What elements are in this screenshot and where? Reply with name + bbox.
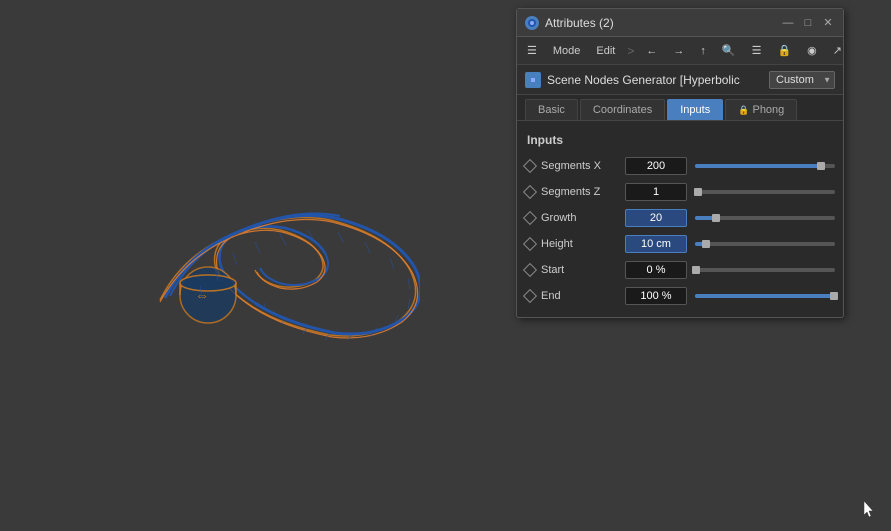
- node-header: Scene Nodes Generator [Hyperbolic Custom…: [517, 65, 843, 95]
- start-slider[interactable]: [695, 268, 835, 272]
- height-label: Height: [541, 238, 621, 250]
- window-title: Attributes (2): [545, 16, 614, 30]
- height-row: Height: [517, 231, 843, 257]
- preset-dropdown-wrap[interactable]: Custom Default Preset1: [769, 71, 835, 89]
- lock-icon[interactable]: 🔒: [773, 42, 795, 59]
- nav-up[interactable]: ↑: [696, 43, 710, 59]
- start-input[interactable]: [625, 261, 687, 279]
- start-diamond[interactable]: [523, 263, 537, 277]
- end-input[interactable]: [625, 287, 687, 305]
- height-input[interactable]: [625, 235, 687, 253]
- segments-x-row: Segments X: [517, 153, 843, 179]
- segments-z-input[interactable]: [625, 183, 687, 201]
- segments-x-label: Segments X: [541, 160, 621, 172]
- end-slider[interactable]: [695, 294, 835, 298]
- growth-input[interactable]: [625, 209, 687, 227]
- minimize-button[interactable]: —: [781, 16, 795, 30]
- tab-basic[interactable]: Basic: [525, 99, 578, 120]
- edit-menu[interactable]: Edit: [592, 43, 619, 59]
- toolbar-menu-icon[interactable]: ☰: [523, 42, 541, 59]
- tab-inputs[interactable]: Inputs: [667, 99, 723, 120]
- svg-text:⇔: ⇔: [195, 287, 209, 303]
- segments-z-slider[interactable]: [695, 190, 835, 194]
- end-row: End: [517, 283, 843, 309]
- nav-back[interactable]: ←: [642, 43, 661, 59]
- preset-dropdown[interactable]: Custom Default Preset1: [769, 71, 835, 89]
- cursor-icon: [864, 501, 876, 513]
- close-button[interactable]: ✕: [821, 16, 835, 30]
- end-diamond[interactable]: [523, 289, 537, 303]
- toolbar-separator: >: [627, 44, 634, 58]
- segments-z-diamond[interactable]: [523, 185, 537, 199]
- record-icon[interactable]: ◉: [803, 42, 821, 59]
- section-title: Inputs: [517, 129, 843, 153]
- attributes-panel: Attributes (2) — □ ✕ ☰ Mode Edit > ← → ↑…: [516, 8, 844, 318]
- app-icon: [525, 16, 539, 30]
- height-diamond[interactable]: [523, 237, 537, 251]
- growth-label: Growth: [541, 212, 621, 224]
- tab-bar: Basic Coordinates Inputs 🔒 Phong: [517, 95, 843, 121]
- segments-z-label: Segments Z: [541, 186, 621, 198]
- height-slider[interactable]: [695, 242, 835, 246]
- node-icon: [525, 72, 541, 88]
- tab-coordinates[interactable]: Coordinates: [580, 99, 665, 120]
- window-controls: — □ ✕: [781, 16, 835, 30]
- start-row: Start: [517, 257, 843, 283]
- lock-small-icon: 🔒: [738, 105, 749, 115]
- start-label: Start: [541, 264, 621, 276]
- export-icon[interactable]: ↗: [829, 42, 846, 59]
- end-label: End: [541, 290, 621, 302]
- toolbar: ☰ Mode Edit > ← → ↑ 🔍 ☰ 🔒 ◉ ↗: [517, 37, 843, 65]
- maximize-button[interactable]: □: [801, 16, 815, 30]
- growth-slider[interactable]: [695, 216, 835, 220]
- inputs-content: Inputs Segments X Segments Z Growth: [517, 121, 843, 317]
- segments-x-diamond[interactable]: [523, 159, 537, 173]
- search-icon[interactable]: 🔍: [718, 42, 740, 59]
- segments-z-row: Segments Z: [517, 179, 843, 205]
- nav-forward[interactable]: →: [669, 43, 688, 59]
- mode-menu[interactable]: Mode: [549, 43, 585, 59]
- tab-phong[interactable]: 🔒 Phong: [725, 99, 797, 120]
- growth-row: Growth: [517, 205, 843, 231]
- list-icon[interactable]: ☰: [748, 42, 766, 59]
- node-title: Scene Nodes Generator [Hyperbolic: [547, 73, 763, 87]
- title-bar: Attributes (2) — □ ✕: [517, 9, 843, 37]
- segments-x-slider[interactable]: [695, 164, 835, 168]
- growth-diamond[interactable]: [523, 211, 537, 225]
- 3d-shape: ⇔: [100, 120, 420, 340]
- segments-x-input[interactable]: [625, 157, 687, 175]
